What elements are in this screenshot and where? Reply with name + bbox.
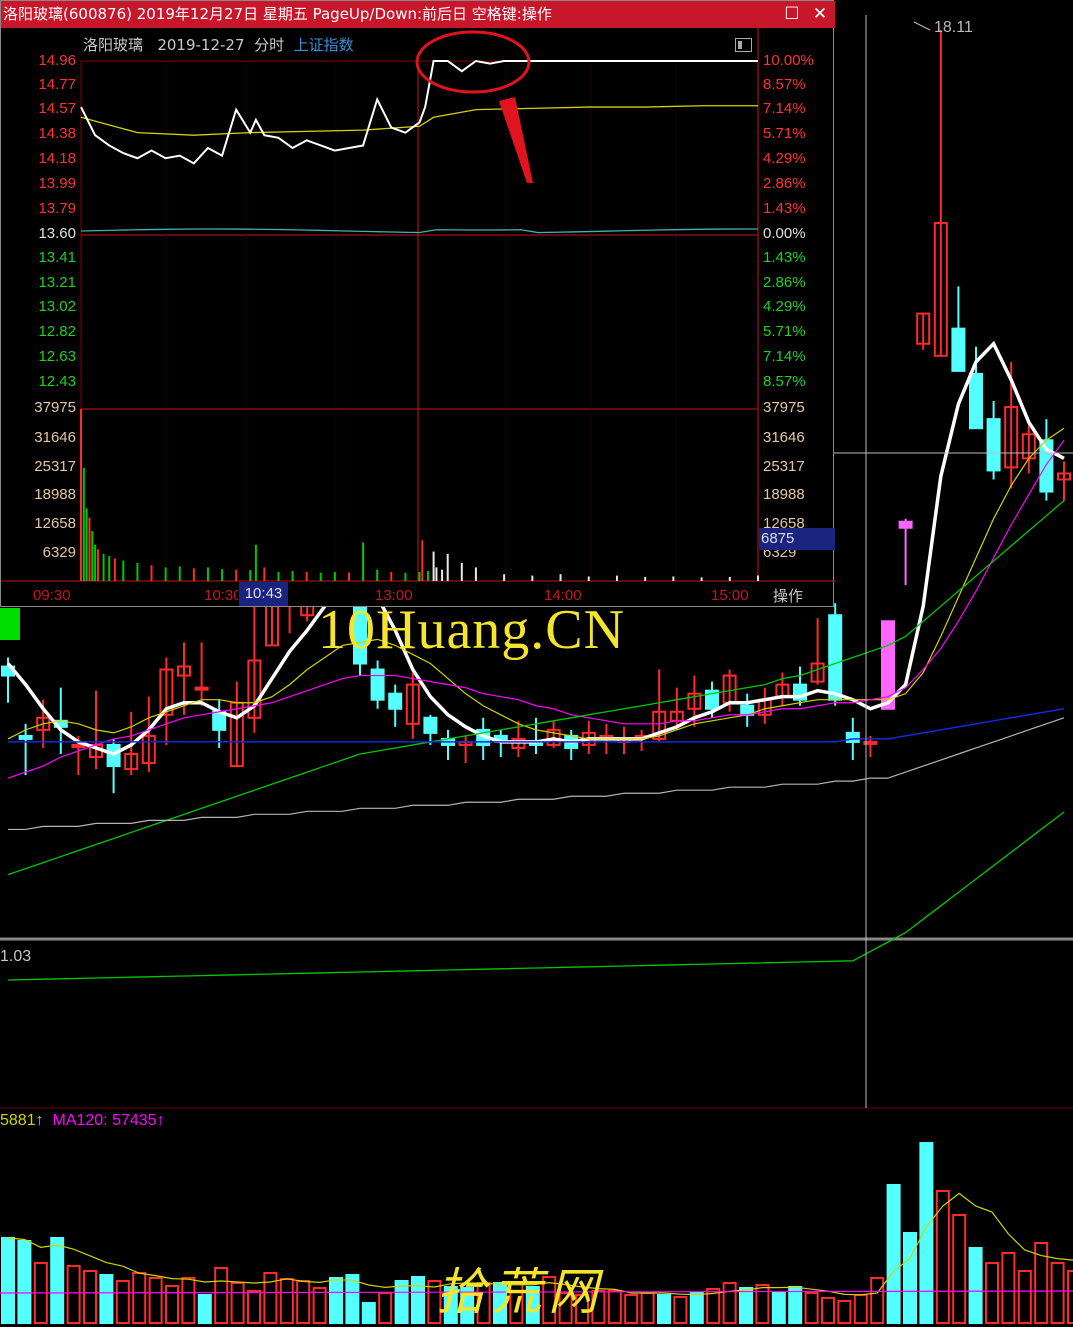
- pct-tick: 5.71%: [763, 125, 806, 142]
- price-tick: 14.38: [38, 125, 76, 142]
- pct-tick: 8.57%: [763, 76, 806, 93]
- price-tick: 12.82: [38, 323, 76, 340]
- volume-bar: [919, 1142, 934, 1324]
- pct-tick: 4.29%: [763, 150, 806, 167]
- price-tick: 13.60: [38, 225, 76, 242]
- pct-tick: 7.14%: [763, 348, 806, 365]
- candle-body: [18, 734, 33, 740]
- pct-tick: 0.00%: [763, 225, 806, 242]
- volume-bar: [771, 1292, 786, 1324]
- volume-bar: [345, 1274, 360, 1324]
- volume-tick: 6329: [42, 544, 76, 561]
- volume-bar: [17, 1240, 32, 1324]
- volume-tick: 31646: [34, 429, 76, 446]
- volume-cursor-label: 6875: [759, 528, 835, 550]
- pct-tick: 10.00%: [763, 52, 814, 69]
- volume-bar: [903, 1232, 917, 1324]
- intraday-frame: [80, 60, 759, 582]
- price-tick: 13.41: [38, 249, 76, 266]
- volume-tick: 18988: [34, 486, 76, 503]
- candle-body: [423, 716, 438, 734]
- volume-bar: [968, 1247, 983, 1324]
- volume-bar: [886, 1184, 901, 1324]
- volume-tick-right: 25317: [763, 458, 805, 475]
- price-tick: 12.43: [38, 373, 76, 390]
- volume-bar: [411, 1276, 425, 1324]
- price-tick: 14.96: [38, 52, 76, 69]
- candle-body: [370, 668, 385, 701]
- volume-tick-right: 18988: [763, 486, 805, 503]
- volume-ma120-value: MA120: 57435↑: [52, 1112, 165, 1129]
- volume-bar: [394, 1280, 409, 1324]
- price-tick: 14.77: [38, 76, 76, 93]
- pct-tick: 4.29%: [763, 298, 806, 315]
- volume-tick-right: 37975: [763, 399, 805, 416]
- volume-bar: [197, 1294, 212, 1324]
- volume-tick: 37975: [34, 399, 76, 416]
- x-tick-0930: 09:30: [33, 587, 71, 604]
- candle-body: [898, 520, 913, 529]
- cursor-time-label: 10:43: [239, 582, 288, 606]
- price-tick: 13.99: [38, 175, 76, 192]
- highlight-arrow: [499, 97, 533, 183]
- volume-bar: [739, 1287, 753, 1324]
- price-tick: 13.79: [38, 200, 76, 217]
- volume-bar: [329, 1277, 343, 1324]
- candle-body: [71, 743, 86, 748]
- pct-tick: 5.71%: [763, 323, 806, 340]
- high-price-label: 18.11: [934, 19, 973, 36]
- price-tick: 14.18: [38, 150, 76, 167]
- price-tick: 13.21: [38, 274, 76, 291]
- volume-bar: [788, 1286, 803, 1324]
- pct-tick: 7.14%: [763, 100, 806, 117]
- volume-bar: [657, 1294, 671, 1324]
- intraday-popup: 洛阳玻璃(600876) 2019年12月27日 星期五 PageUp/Down…: [0, 0, 835, 607]
- pct-tick: 2.86%: [763, 175, 806, 192]
- volume-tick: 12658: [34, 515, 76, 532]
- volume-bar: [361, 1302, 376, 1324]
- volume-tick-right: 31646: [763, 429, 805, 446]
- price-tick: 12.63: [38, 348, 76, 365]
- candle-body: [828, 614, 843, 701]
- candle-body: [388, 692, 403, 710]
- x-tick-1030: 10:30: [204, 587, 238, 604]
- volume-bar: [99, 1274, 114, 1324]
- volume-bar: [1, 1237, 15, 1324]
- operate-button[interactable]: 操作: [773, 585, 803, 606]
- volume-tick: 25317: [34, 458, 76, 475]
- candle-body: [845, 731, 860, 743]
- x-tick-1500: 15:00: [711, 587, 749, 604]
- intraday-chart: [1, 28, 835, 582]
- price-line: [80, 59, 758, 165]
- candle-body: [969, 372, 983, 430]
- candle-body: [194, 686, 209, 691]
- volume-bar: [50, 1237, 65, 1324]
- price-tick: 14.57: [38, 100, 76, 117]
- pct-tick: 1.43%: [763, 200, 806, 217]
- candle-body: [986, 418, 1001, 472]
- volume-ma-label: 5881↑ MA120: 57435↑: [0, 1112, 165, 1130]
- indicator-value-label: 1.03: [0, 948, 32, 965]
- volume-ma5-value: 5881↑: [0, 1112, 44, 1129]
- pct-tick: 8.57%: [763, 373, 806, 390]
- brand-watermark: 拾荒网: [436, 1263, 604, 1321]
- candle-body: [881, 620, 895, 710]
- pct-tick: 1.43%: [763, 249, 806, 266]
- pct-tick: 2.86%: [763, 274, 806, 291]
- site-watermark: 10Huang.CN: [318, 599, 626, 661]
- index-line: [80, 228, 759, 234]
- candle-body: [951, 327, 966, 372]
- price-tick: 13.02: [38, 298, 76, 315]
- volume-bar: [689, 1292, 704, 1324]
- left-edge-marker: [0, 608, 20, 640]
